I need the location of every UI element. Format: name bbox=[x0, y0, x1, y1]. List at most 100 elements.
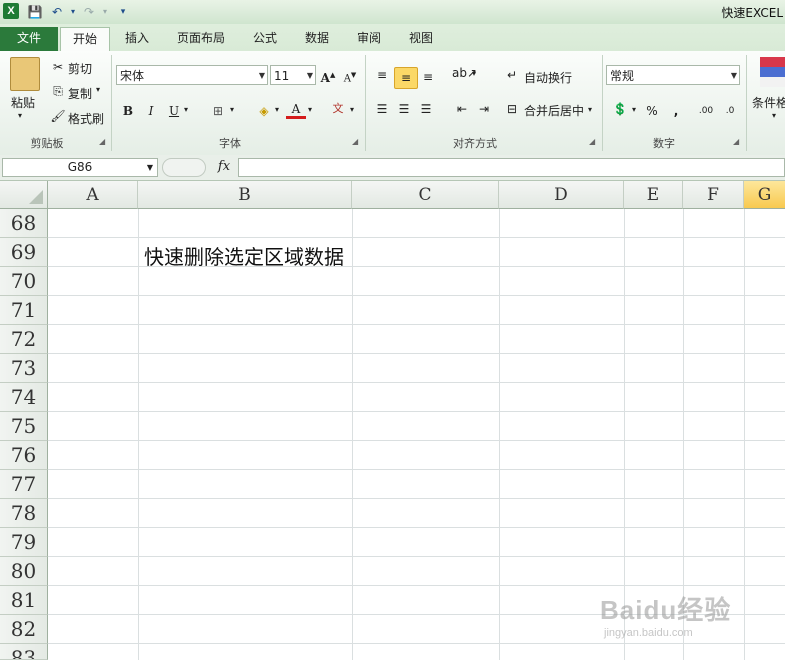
align-right-icon[interactable]: ☰ bbox=[416, 99, 436, 119]
decrease-decimal-icon[interactable]: .0 bbox=[720, 101, 740, 121]
tab-page-layout[interactable]: 页面布局 bbox=[170, 27, 232, 50]
italic-button[interactable]: I bbox=[141, 101, 161, 121]
row-header-73[interactable]: 73 bbox=[0, 354, 48, 383]
number-format-combo[interactable]: 常规 ▼ bbox=[606, 65, 740, 85]
column-header-c[interactable]: C bbox=[352, 181, 499, 209]
currency-dropdown-icon[interactable]: ▾ bbox=[632, 105, 636, 114]
gridline bbox=[48, 585, 785, 586]
gridline bbox=[48, 382, 785, 383]
row-header-76[interactable]: 76 bbox=[0, 441, 48, 470]
align-middle-icon[interactable]: ≡ bbox=[394, 67, 418, 89]
copy-icon[interactable]: ⎘ bbox=[48, 81, 68, 101]
row-header-79[interactable]: 79 bbox=[0, 528, 48, 557]
column-header-e[interactable]: E bbox=[624, 181, 683, 209]
grow-font-icon[interactable]: A▲ bbox=[318, 65, 338, 85]
tab-home[interactable]: 开始 bbox=[60, 27, 110, 52]
tab-data[interactable]: 数据 bbox=[298, 27, 336, 50]
row-header-71[interactable]: 71 bbox=[0, 296, 48, 325]
conditional-format-button[interactable]: 条件格 bbox=[752, 94, 785, 111]
conditional-format-dropdown-icon[interactable]: ▾ bbox=[772, 111, 776, 120]
format-painter-icon[interactable]: 🖌 bbox=[48, 106, 68, 126]
percent-button[interactable]: % bbox=[642, 101, 662, 121]
comma-button[interactable]: , bbox=[666, 101, 686, 121]
merge-center-icon[interactable]: ⊟ bbox=[502, 99, 522, 119]
tab-formulas[interactable]: 公式 bbox=[246, 27, 284, 50]
number-launcher-icon[interactable]: ◢ bbox=[733, 137, 739, 146]
conditional-format-icon[interactable] bbox=[760, 57, 785, 87]
align-left-icon[interactable]: ☰ bbox=[372, 99, 392, 119]
font-color-icon[interactable]: A bbox=[286, 99, 306, 119]
borders-dropdown-icon[interactable]: ▾ bbox=[230, 105, 234, 114]
select-all-button[interactable] bbox=[0, 181, 48, 209]
increase-decimal-icon[interactable]: .00 bbox=[696, 101, 716, 121]
ribbon-tabs: 文件 开始 插入 页面布局 公式 数据 审阅 视图 bbox=[0, 24, 785, 52]
gridline bbox=[499, 209, 500, 660]
font-color-dropdown-icon[interactable]: ▾ bbox=[308, 105, 312, 114]
column-header-b[interactable]: B bbox=[138, 181, 352, 209]
copy-button[interactable]: 复制 bbox=[68, 85, 92, 102]
orientation-dropdown-icon[interactable]: ▾ bbox=[472, 69, 476, 78]
bold-button[interactable]: B bbox=[118, 101, 138, 121]
customize-toolbar-icon[interactable]: ▾ bbox=[114, 3, 132, 21]
formula-bar-resizer[interactable] bbox=[162, 158, 206, 177]
name-box[interactable]: G86 ▼ bbox=[2, 158, 158, 177]
font-size-combo[interactable]: 11 ▼ bbox=[270, 65, 316, 85]
font-launcher-icon[interactable]: ◢ bbox=[352, 137, 358, 146]
row-header-78[interactable]: 78 bbox=[0, 499, 48, 528]
row-header-77[interactable]: 77 bbox=[0, 470, 48, 499]
currency-icon[interactable]: 💲 bbox=[610, 99, 630, 119]
wrap-text-button[interactable]: 自动换行 bbox=[524, 69, 572, 86]
paste-dropdown-icon[interactable]: ▾ bbox=[18, 111, 22, 120]
paste-icon[interactable] bbox=[10, 57, 40, 91]
orientation-icon[interactable]: ab↗ bbox=[452, 63, 477, 83]
row-header-75[interactable]: 75 bbox=[0, 412, 48, 441]
watermark: Baidu经验 jingyan.baidu.com bbox=[600, 590, 731, 639]
fill-dropdown-icon[interactable]: ▾ bbox=[275, 105, 279, 114]
insert-function-button[interactable]: fx bbox=[212, 157, 236, 177]
paste-button[interactable]: 粘贴 bbox=[11, 94, 35, 111]
merge-dropdown-icon[interactable]: ▾ bbox=[588, 105, 592, 114]
row-header-74[interactable]: 74 bbox=[0, 383, 48, 412]
tab-file[interactable]: 文件 bbox=[0, 27, 58, 51]
borders-icon[interactable]: ⊞ bbox=[208, 101, 228, 121]
redo-dropdown-icon[interactable]: ▾ bbox=[96, 3, 114, 21]
formula-input[interactable] bbox=[238, 158, 785, 177]
merge-center-button[interactable]: 合并后居中 bbox=[524, 102, 584, 119]
column-header-d[interactable]: D bbox=[499, 181, 624, 209]
scissors-icon[interactable]: ✂ bbox=[48, 57, 68, 77]
wrap-text-icon[interactable]: ↵ bbox=[502, 65, 522, 85]
clipboard-launcher-icon[interactable]: ◢ bbox=[99, 137, 105, 146]
row-header-70[interactable]: 70 bbox=[0, 267, 48, 296]
column-header-g[interactable]: G bbox=[744, 181, 785, 209]
row-header-82[interactable]: 82 bbox=[0, 615, 48, 644]
row-header-69[interactable]: 69 bbox=[0, 238, 48, 267]
tab-view[interactable]: 视图 bbox=[402, 27, 440, 50]
alignment-launcher-icon[interactable]: ◢ bbox=[589, 137, 595, 146]
row-header-80[interactable]: 80 bbox=[0, 557, 48, 586]
row-header-83[interactable]: 83 bbox=[0, 644, 48, 660]
align-bottom-icon[interactable]: ≡ bbox=[418, 67, 438, 87]
copy-dropdown-icon[interactable]: ▾ bbox=[96, 85, 100, 94]
tab-review[interactable]: 审阅 bbox=[350, 27, 388, 50]
decrease-indent-icon[interactable]: ⇤ bbox=[452, 99, 472, 119]
align-top-icon[interactable]: ≡ bbox=[372, 65, 392, 85]
shrink-font-icon[interactable]: A▼ bbox=[340, 65, 360, 85]
increase-indent-icon[interactable]: ⇥ bbox=[474, 99, 494, 119]
cell-b69[interactable]: 快速删除选定区域数据 bbox=[144, 241, 344, 270]
phonetic-icon[interactable]: 文 bbox=[328, 99, 348, 119]
row-header-72[interactable]: 72 bbox=[0, 325, 48, 354]
save-icon[interactable]: 💾 bbox=[26, 3, 44, 21]
fill-color-icon[interactable]: ◈ bbox=[254, 101, 274, 121]
cut-button[interactable]: 剪切 bbox=[68, 60, 92, 77]
row-header-68[interactable]: 68 bbox=[0, 209, 48, 238]
column-header-f[interactable]: F bbox=[683, 181, 744, 209]
align-center-icon[interactable]: ☰ bbox=[394, 99, 414, 119]
font-name-combo[interactable]: 宋体 ▼ bbox=[116, 65, 268, 85]
tab-insert[interactable]: 插入 bbox=[118, 27, 156, 50]
column-header-a[interactable]: A bbox=[48, 181, 138, 209]
row-header-81[interactable]: 81 bbox=[0, 586, 48, 615]
underline-button[interactable]: U bbox=[164, 101, 184, 121]
underline-dropdown-icon[interactable]: ▾ bbox=[184, 105, 188, 114]
format-painter-button[interactable]: 格式刷 bbox=[68, 110, 104, 127]
phonetic-dropdown-icon[interactable]: ▾ bbox=[350, 105, 354, 114]
